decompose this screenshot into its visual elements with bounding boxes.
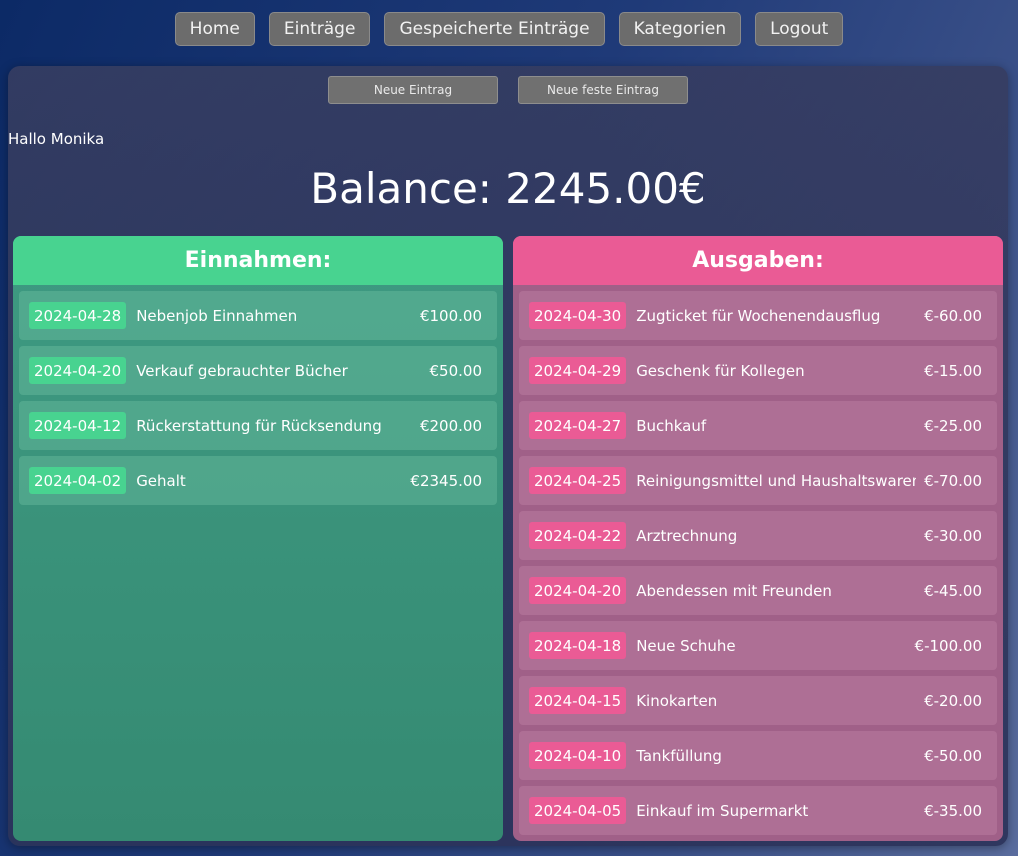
entry-amount: €-50.00 <box>924 746 982 765</box>
entry-amount: €-45.00 <box>924 581 982 600</box>
entry-description: Nebenjob Einnahmen <box>136 306 298 325</box>
expense-entry[interactable]: 2024-04-29 Geschenk für Kollegen €-15.00 <box>519 346 997 395</box>
entry-date-badge: 2024-04-20 <box>529 577 627 604</box>
entry-date-badge: 2024-04-25 <box>529 467 627 494</box>
entry-description: Abendessen mit Freunden <box>636 581 832 600</box>
entry-date-badge: 2024-04-12 <box>29 412 127 439</box>
new-entry-button[interactable]: Neue Eintrag <box>328 76 498 104</box>
entry-amount: €-30.00 <box>924 526 982 545</box>
entry-date-badge: 2024-04-02 <box>29 467 127 494</box>
expense-header: Ausgaben: <box>513 236 1003 285</box>
income-header: Einnahmen: <box>13 236 503 285</box>
nav-entries-button[interactable]: Einträge <box>268 12 371 46</box>
income-column: Einnahmen: 2024-04-28 Nebenjob Einnahmen… <box>13 236 503 841</box>
entry-date-badge: 2024-04-05 <box>529 797 627 824</box>
entry-amount: €100.00 <box>419 306 482 325</box>
entry-date-badge: 2024-04-18 <box>529 632 627 659</box>
greeting-text: Hallo Monika <box>8 130 105 148</box>
entry-amount: €-25.00 <box>924 416 982 435</box>
entry-description: Zugticket für Wochenendausflug <box>636 306 881 325</box>
entry-description: Gehalt <box>136 471 186 490</box>
expense-entry[interactable]: 2024-04-25 Reinigungsmittel und Haushalt… <box>519 456 997 505</box>
entry-description: Kinokarten <box>636 691 718 710</box>
entry-description: Neue Schuhe <box>636 636 736 655</box>
expense-column: Ausgaben: 2024-04-30 Zugticket für Woche… <box>513 236 1003 841</box>
income-entry[interactable]: 2024-04-28 Nebenjob Einnahmen €100.00 <box>19 291 497 340</box>
expense-entry[interactable]: 2024-04-05 Einkauf im Supermarkt €-35.00 <box>519 786 997 835</box>
entry-date-badge: 2024-04-20 <box>29 357 127 384</box>
income-entry[interactable]: 2024-04-12 Rückerstattung für Rücksendun… <box>19 401 497 450</box>
entry-date-badge: 2024-04-27 <box>529 412 627 439</box>
entry-amount: €-60.00 <box>924 306 982 325</box>
entry-amount: €-100.00 <box>914 636 982 655</box>
entry-description: Tankfüllung <box>636 746 722 765</box>
nav-categories-button[interactable]: Kategorien <box>618 12 742 46</box>
entry-description: Arztrechnung <box>636 526 738 545</box>
entry-date-badge: 2024-04-30 <box>529 302 627 329</box>
top-navigation: Home Einträge Gespeicherte Einträge Kate… <box>0 12 1018 46</box>
entry-amount: €50.00 <box>429 361 483 380</box>
entry-description: Buchkauf <box>636 416 707 435</box>
entry-date-badge: 2024-04-28 <box>29 302 127 329</box>
entry-amount: €2345.00 <box>410 471 482 490</box>
expense-entry[interactable]: 2024-04-15 Kinokarten €-20.00 <box>519 676 997 725</box>
entry-date-badge: 2024-04-29 <box>529 357 627 384</box>
new-fixed-entry-button[interactable]: Neue feste Eintrag <box>518 76 688 104</box>
income-entry[interactable]: 2024-04-02 Gehalt €2345.00 <box>19 456 497 505</box>
entry-amount: €200.00 <box>419 416 482 435</box>
expense-list: 2024-04-30 Zugticket für Wochenendausflu… <box>513 285 1003 835</box>
entry-date-badge: 2024-04-10 <box>529 742 627 769</box>
entry-amount: €-15.00 <box>924 361 982 380</box>
nav-home-button[interactable]: Home <box>174 12 255 46</box>
expense-entry[interactable]: 2024-04-27 Buchkauf €-25.00 <box>519 401 997 450</box>
balance-display: Balance: 2245.00€ <box>310 164 706 213</box>
main-panel: Neue Eintrag Neue feste Eintrag Hallo Mo… <box>8 66 1008 846</box>
income-entry[interactable]: 2024-04-20 Verkauf gebrauchter Bücher €5… <box>19 346 497 395</box>
expense-entry[interactable]: 2024-04-18 Neue Schuhe €-100.00 <box>519 621 997 670</box>
entry-amount: €-20.00 <box>924 691 982 710</box>
entry-date-badge: 2024-04-15 <box>529 687 627 714</box>
entry-description: Geschenk für Kollegen <box>636 361 805 380</box>
entry-amount: €-70.00 <box>924 471 982 490</box>
entry-date-badge: 2024-04-22 <box>529 522 627 549</box>
entry-description: Verkauf gebrauchter Bücher <box>136 361 348 380</box>
entry-description: Rückerstattung für Rücksendung <box>136 416 382 435</box>
expense-entry[interactable]: 2024-04-10 Tankfüllung €-50.00 <box>519 731 997 780</box>
expense-entry[interactable]: 2024-04-22 Arztrechnung €-30.00 <box>519 511 997 560</box>
entry-description: Reinigungsmittel und Haushaltswaren <box>636 471 917 490</box>
expense-entry[interactable]: 2024-04-20 Abendessen mit Freunden €-45.… <box>519 566 997 615</box>
income-list: 2024-04-28 Nebenjob Einnahmen €100.00 20… <box>13 285 503 505</box>
nav-logout-button[interactable]: Logout <box>755 12 844 46</box>
nav-saved-entries-button[interactable]: Gespeicherte Einträge <box>384 12 605 46</box>
expense-entry[interactable]: 2024-04-30 Zugticket für Wochenendausflu… <box>519 291 997 340</box>
entry-description: Einkauf im Supermarkt <box>636 801 809 820</box>
action-bar: Neue Eintrag Neue feste Eintrag <box>8 76 1008 104</box>
entry-amount: €-35.00 <box>924 801 982 820</box>
